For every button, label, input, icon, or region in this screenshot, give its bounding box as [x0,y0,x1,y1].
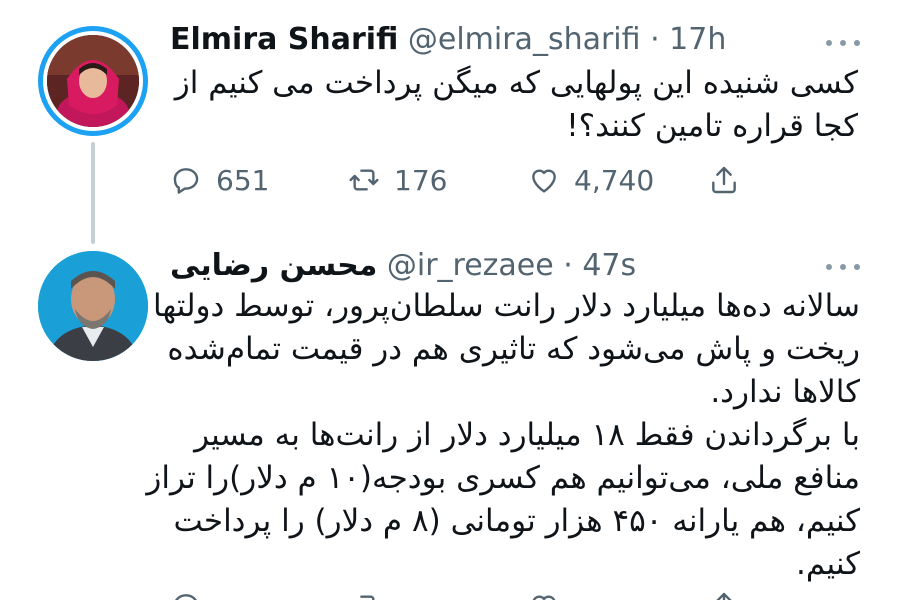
tweet-1-header: Elmira Sharifi @elmira_sharifi · 17h [170,22,726,58]
reply-icon [173,168,199,194]
share-icon [716,592,732,600]
tweet-1-text-line: کجا قراره تامین کنند؟! [566,108,858,144]
retweet-icon [360,595,375,600]
like-icon [532,169,556,193]
thread-connector-line [91,142,95,244]
tweet-1-author-name[interactable]: Elmira Sharifi [170,22,398,57]
tweet-1-share-button[interactable] [708,160,740,200]
tweet-1-timestamp[interactable]: · 17h [650,22,726,57]
tweet-1-reply-count: 651 [216,163,270,197]
tweet-1-like-button[interactable]: 4,740 [528,160,654,200]
tweet-2-author-name[interactable]: محسن رضایی [170,248,377,283]
avatar-portrait-icon [47,35,139,127]
tweet-1-more-icon[interactable] [826,38,860,48]
avatar-photo [47,35,139,127]
tweet-2-text-line: ریخت و پاش می‌شود که تاثیری هم در قیمت ت… [167,331,860,367]
tweet-1-like-count: 4,740 [574,163,655,197]
tweet-2-text-line: کالاها ندارد. [710,374,860,410]
tweet-1-reply-button[interactable]: 651 [170,160,269,200]
retweet-icon [349,169,379,191]
tweet-1-text: کسی شنیده این پولهایی که میگن پرداخت می … [158,62,858,148]
tweet-2-more-icon[interactable] [826,262,860,272]
avatar-elmira-sharifi[interactable] [38,26,148,136]
tweet-2-author-handle[interactable]: @ir_rezaee [387,248,554,283]
tweet-2-like-button[interactable] [528,586,560,600]
tweet-2-action-bar [170,586,770,600]
tweet-1-text-line: کسی شنیده این پولهایی که میگن پرداخت می … [174,65,858,101]
tweet-1-action-bar: 651 176 4,740 [170,160,770,200]
like-icon [532,595,556,600]
tweet-1-author-handle[interactable]: @elmira_sharifi [408,22,641,57]
tweet-2-timestamp[interactable]: · 47s [563,248,636,283]
tweet-2-text-line: کنیم. [796,546,860,582]
tweet-2-share-button[interactable] [708,586,740,600]
tweet-1-retweet-count: 176 [394,163,448,197]
tweet-2-header: محسن رضایی @ir_rezaee · 47s [170,248,636,284]
tweet-2-reply-button[interactable] [170,586,202,600]
tweet-2-text-line: با برگرداندن فقط ۱۸ میلیارد دلار از رانت… [194,417,860,453]
tweet-2-text: سالانه ده‌ها میلیارد دلار رانت سلطان‌پرو… [140,285,860,586]
tweet-2-text-line: سالانه ده‌ها میلیارد دلار رانت سلطان‌پرو… [153,288,860,324]
avatar-portrait-icon [38,251,148,361]
tweet-2-retweet-button[interactable] [348,586,380,600]
share-icon [712,166,736,194]
tweet-2-text-line: کنیم، هم یارانه ۴۵۰ هزار تومانی (۸ م دلا… [173,503,860,539]
reply-icon [175,594,197,600]
avatar-ir-rezaee[interactable] [38,251,148,361]
tweet-2-text-line: منافع ملی، می‌توانیم هم کسری بودجه(۱۰ م … [146,460,860,496]
tweet-1-retweet-button[interactable]: 176 [348,160,447,200]
